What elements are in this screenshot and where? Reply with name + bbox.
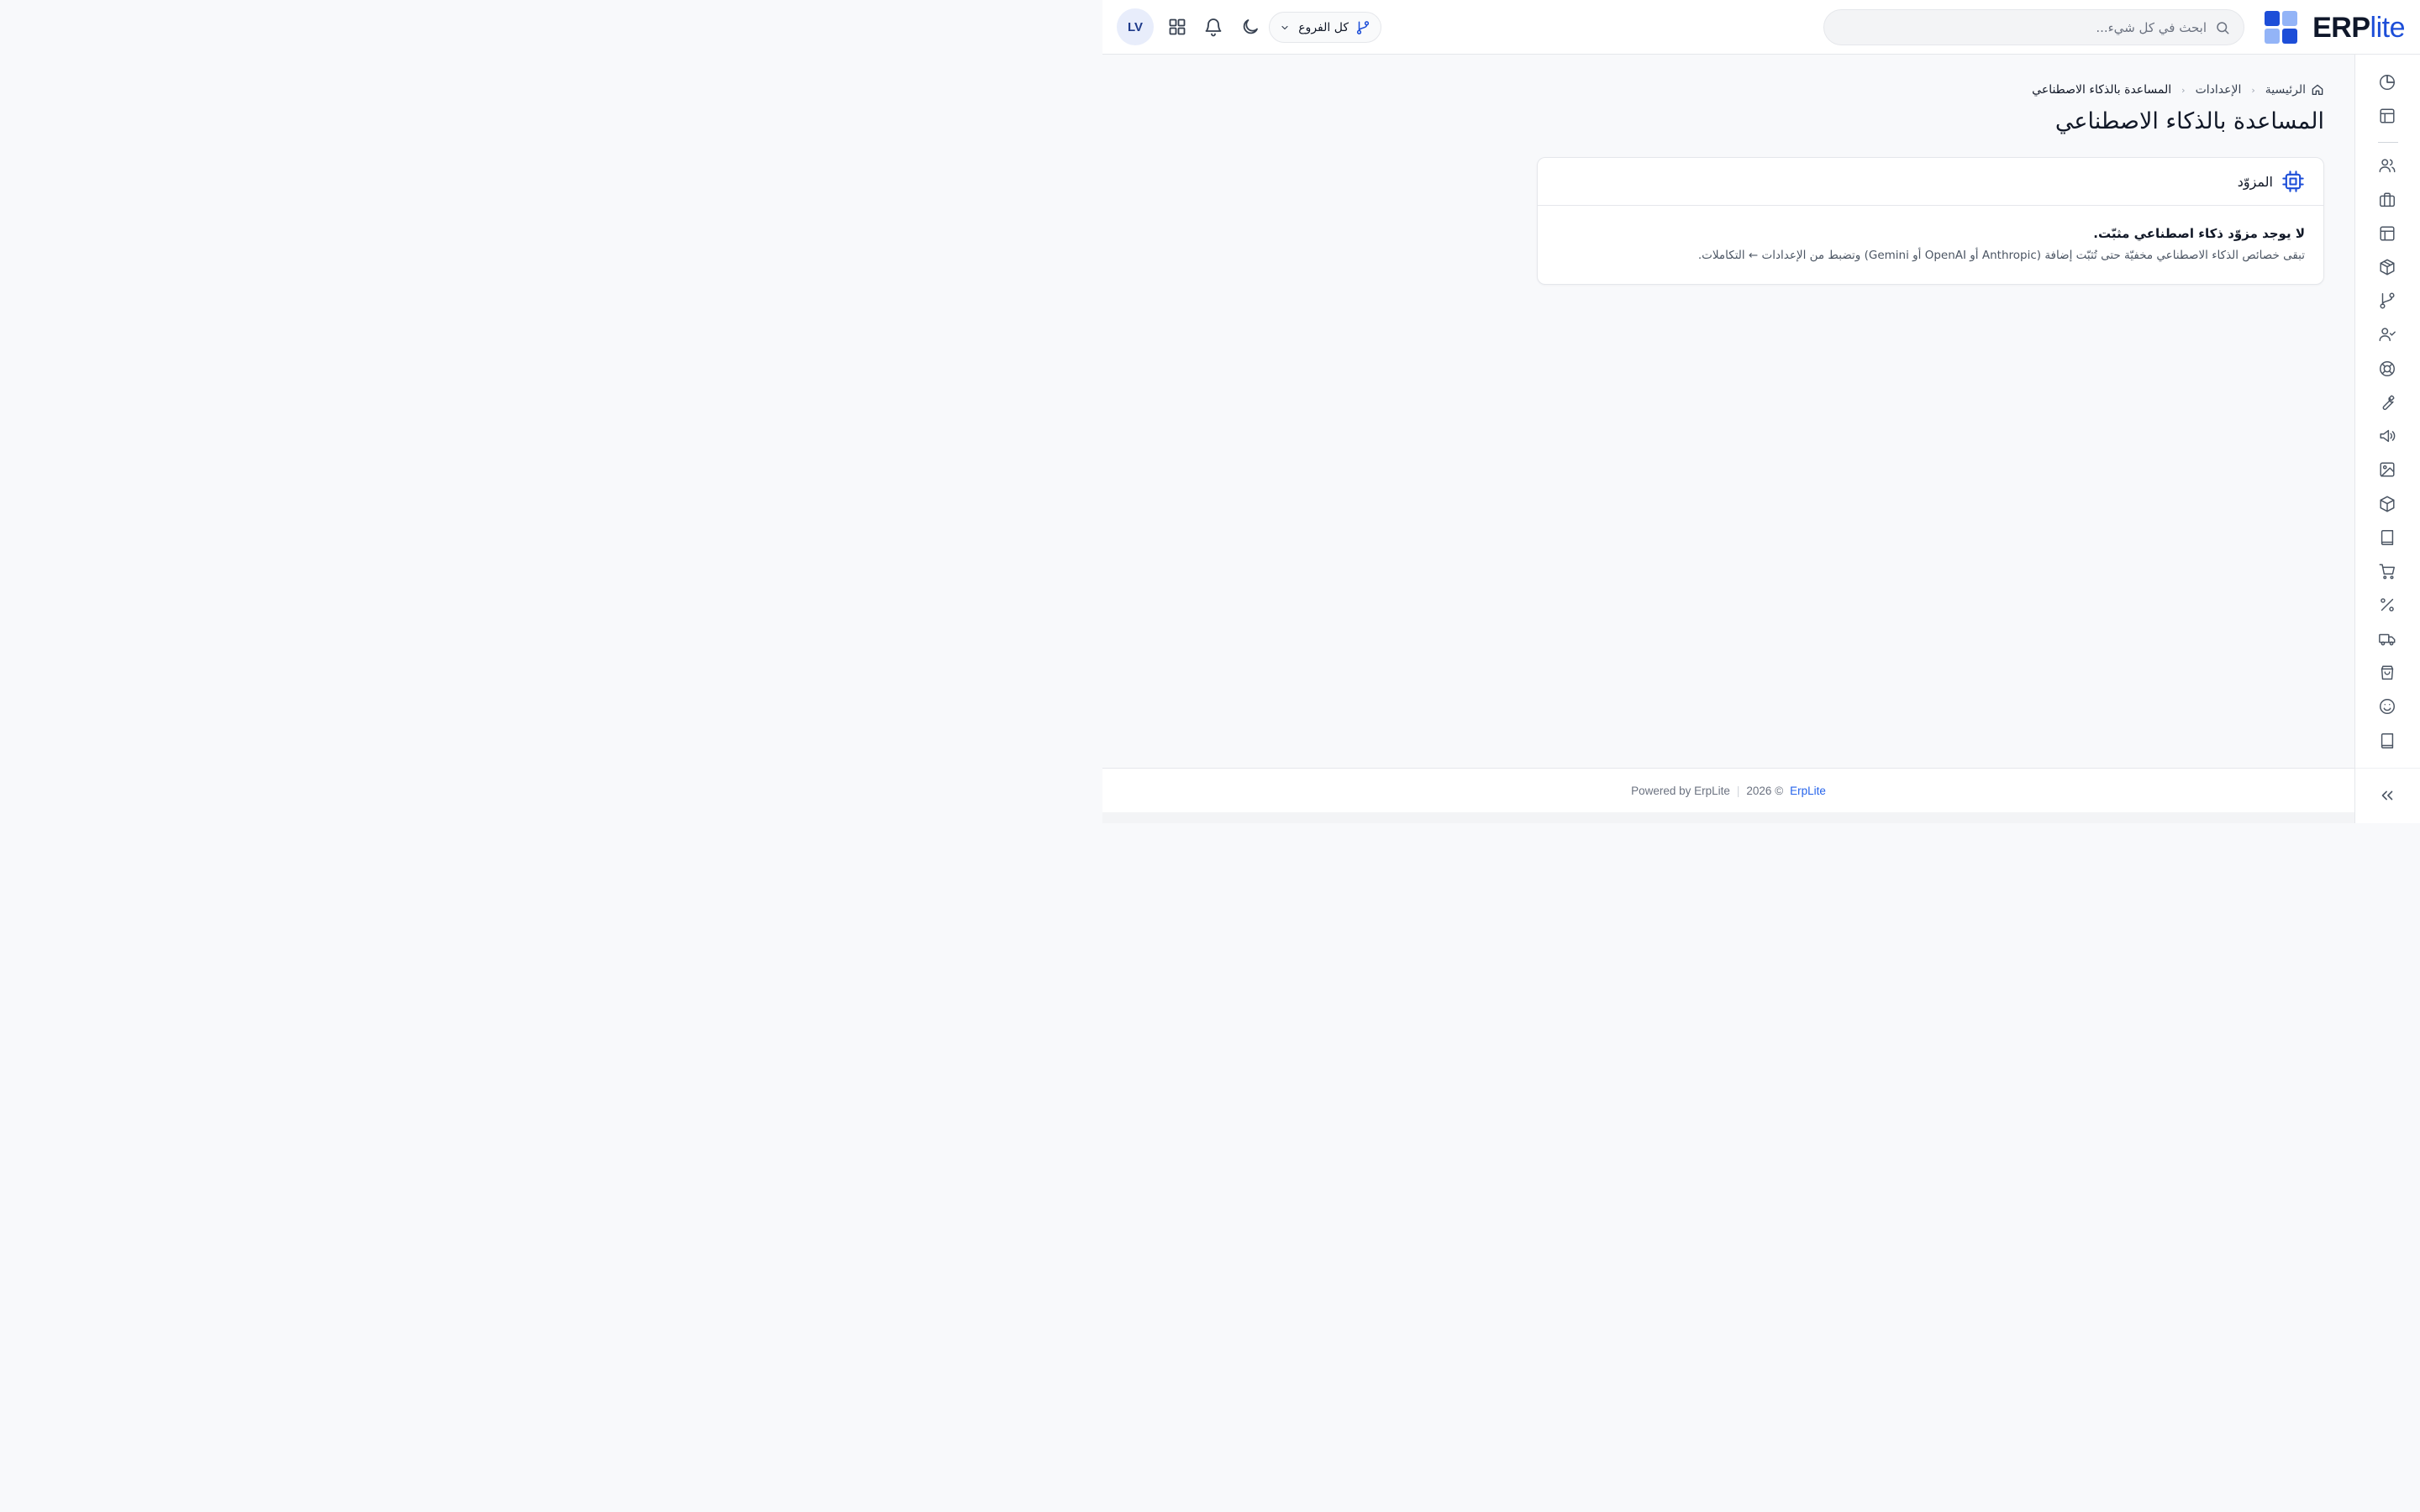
sidebar-item-dashboard[interactable] [2378, 73, 2396, 92]
sidebar-item-catalog[interactable] [2378, 528, 2396, 547]
breadcrumb-home-label: الرئيسية [2265, 83, 2306, 97]
sidebar-item-docs[interactable] [2378, 732, 2396, 750]
global-search[interactable] [1823, 9, 2244, 45]
page-title: المساعدة بالذكاء الاصطناعي [2054, 108, 2324, 134]
git-branch-icon [1356, 20, 1370, 34]
provider-card-body: لا يوجد مزوّد ذكاء اصطناعي مثبّت. تبقى خ… [1538, 206, 2323, 264]
logo-lite: lite [2370, 12, 2406, 44]
logo-wordmark: ERPlite [2312, 13, 2405, 42]
user-avatar[interactable]: LV [1117, 8, 1154, 45]
sidebar-item-discounts[interactable] [2378, 596, 2396, 614]
brand-logo[interactable]: ERPlite [2264, 10, 2406, 45]
cpu-chip-icon [2282, 171, 2304, 192]
sidebar-item-tools[interactable] [2378, 393, 2396, 412]
sidebar-item-branches[interactable] [2378, 291, 2396, 310]
app-root: ERPlite كل الفروع [1102, 0, 2420, 823]
chevron-down-icon [1281, 25, 1288, 29]
provider-card: المزوّد لا يوجد مزوّد ذكاء اصطناعي مثبّت… [1537, 157, 2324, 285]
sidebar-item-user-check[interactable] [2378, 325, 2396, 344]
logo-erp: ERP [2312, 12, 2370, 44]
breadcrumb-separator: ‹ [2181, 84, 2186, 96]
sidebar-item-media[interactable] [2378, 460, 2396, 479]
breadcrumb-current: المساعدة بالذكاء الاصطناعي [2032, 83, 2172, 97]
sidebar-item-marketing[interactable] [2378, 427, 2396, 445]
sidebar-divider [2378, 142, 2398, 143]
sidebar-item-products[interactable] [2378, 495, 2396, 513]
sidebar-item-briefcase[interactable] [2378, 191, 2396, 209]
apps-grid-icon[interactable] [1167, 17, 1187, 37]
breadcrumb-settings[interactable]: الإعدادات [2196, 83, 2242, 97]
provider-card-header: المزوّد [1538, 158, 2323, 206]
footer-separator: | [1736, 784, 1740, 797]
search-input[interactable] [1837, 10, 2207, 45]
branch-selector[interactable]: كل الفروع [1269, 12, 1381, 43]
page-footer: Powered by ErpLite | 2026 © ErpLite [1102, 768, 2354, 812]
provider-card-title: المزوّد [2237, 173, 2273, 190]
sidebar [2354, 55, 2420, 823]
breadcrumb: الرئيسية ‹ الإعدادات ‹ المساعدة بالذكاء … [2032, 83, 2324, 97]
moon-icon[interactable] [1240, 17, 1260, 37]
sidebar-item-support[interactable] [2378, 360, 2396, 378]
breadcrumb-home[interactable]: الرئيسية [2265, 83, 2324, 97]
breadcrumb-separator: ‹ [2251, 84, 2255, 96]
branch-selector-label: كل الفروع [1298, 20, 1349, 34]
top-bar: ERPlite كل الفروع [1102, 0, 2420, 55]
search-icon [2217, 22, 2229, 34]
empty-state-title: لا يوجد مزوّد ذكاء اصطناعي مثبّت. [2093, 226, 2305, 241]
bottom-strip [1102, 812, 2354, 823]
footer-powered-by: Powered by ErpLite [1631, 784, 1730, 797]
bell-icon[interactable] [1203, 17, 1223, 37]
sidebar-item-package[interactable] [2378, 258, 2396, 276]
sidebar-item-shipping[interactable] [2378, 630, 2396, 648]
main-content: الرئيسية ‹ الإعدادات ‹ المساعدة بالذكاء … [1102, 55, 2354, 769]
sidebar-item-templates[interactable] [2378, 224, 2396, 243]
sidebar-item-customers[interactable] [2378, 697, 2396, 716]
sidebar-item-users[interactable] [2378, 156, 2396, 175]
sidebar-item-sales[interactable] [2378, 562, 2396, 580]
home-icon [2312, 84, 2323, 95]
footer-brand-link[interactable]: ErpLite [1790, 785, 1826, 797]
sidebar-item-purchases[interactable] [2378, 664, 2396, 682]
logo-mark-icon [2264, 11, 2298, 45]
footer-year: 2026 © [1746, 784, 1784, 797]
empty-state-description: تبقى خصائص الذكاء الاصطناعي مخفيّة حتى ت… [1697, 249, 2305, 262]
chevrons-left-icon[interactable] [2378, 786, 2396, 805]
sidebar-item-layout[interactable] [2378, 107, 2396, 125]
